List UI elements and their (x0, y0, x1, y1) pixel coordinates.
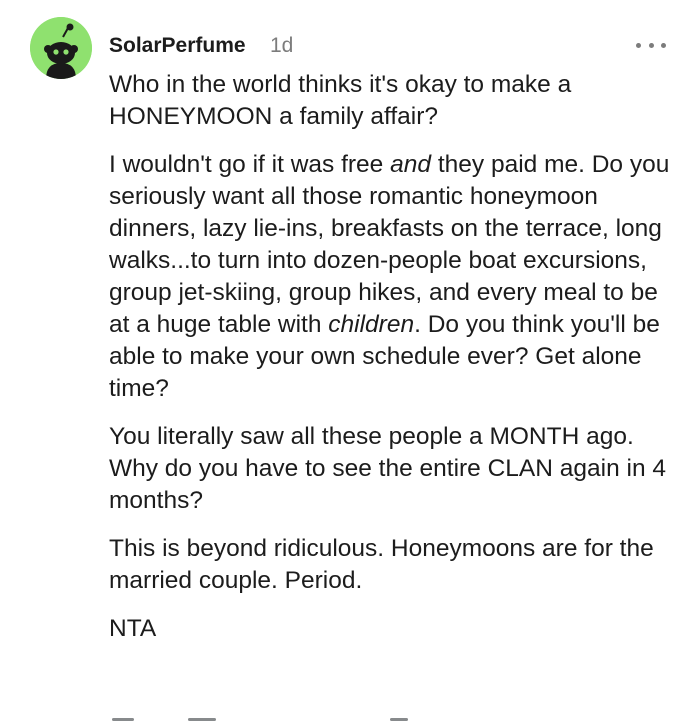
snoo-avatar-icon[interactable] (30, 17, 92, 79)
emphasis-text: and (390, 151, 432, 178)
comment-body: Who in the world thinks it's okay to mak… (109, 69, 679, 663)
comment-paragraph: You literally saw all these people a MON… (109, 423, 667, 514)
comment-author[interactable]: SolarPerfume (109, 34, 246, 58)
comment-paragraph: NTA (109, 615, 157, 642)
more-options-icon[interactable] (636, 38, 666, 52)
text-segment: I wouldn't go if it was free (109, 151, 391, 178)
text-segment: they paid me. Do you seriously want all … (109, 151, 670, 338)
action-bar-edge (0, 712, 700, 721)
more-dot (636, 42, 641, 48)
comment-age: 1d (270, 34, 294, 57)
comment-paragraph: I wouldn't go if it was free and they pa… (109, 149, 679, 405)
comment-paragraph: Who in the world thinks it's okay to mak… (109, 71, 572, 130)
more-dot (661, 42, 666, 48)
more-dot (648, 42, 654, 48)
comment-paragraph: This is beyond ridiculous. Honeymoons ar… (109, 535, 654, 594)
emphasis-text: children (328, 311, 415, 338)
